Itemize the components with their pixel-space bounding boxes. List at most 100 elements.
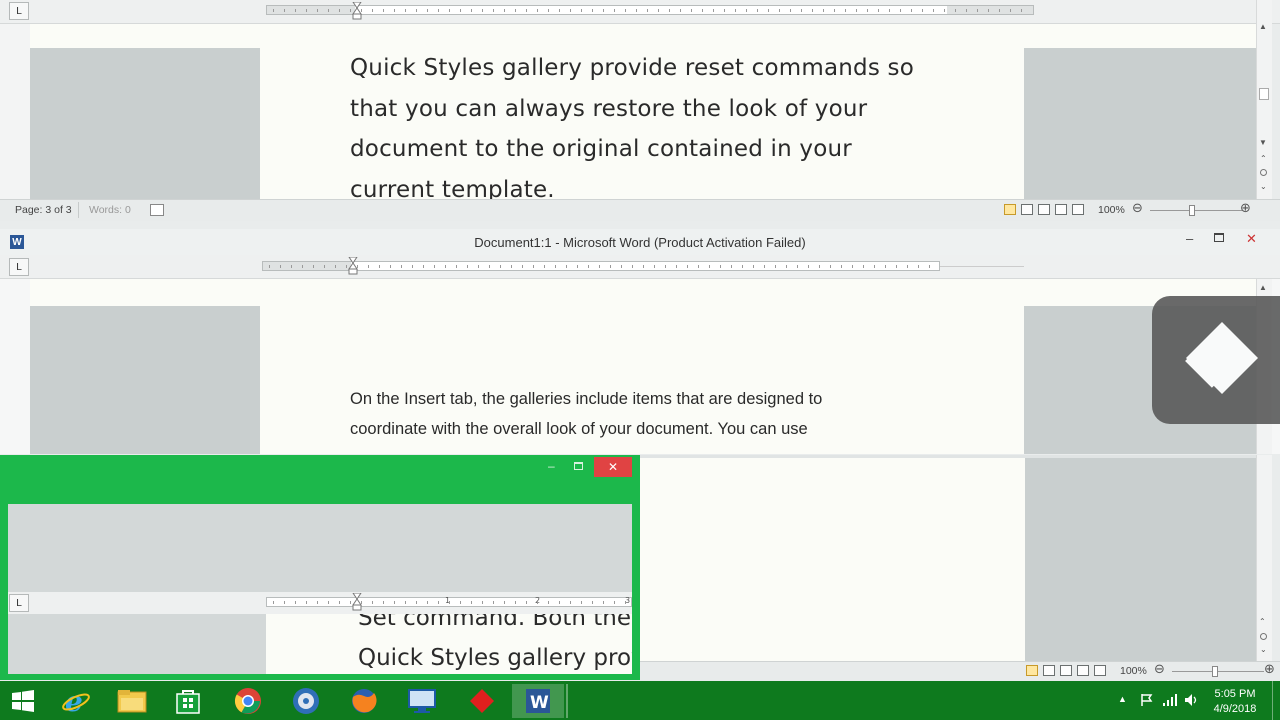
ruler-tick [856,9,857,12]
ruler-tick [280,265,281,268]
indent-marker-icon[interactable] [352,592,362,611]
scroll-down-icon[interactable]: ▼ [1259,138,1267,147]
tab-selector-button[interactable]: L [9,594,29,612]
next-page-icon[interactable]: ⌄ [1260,645,1267,654]
ruler-tick [284,9,285,12]
bottom-vertical-scrollbar[interactable]: ⌃ ⌄ [1256,455,1272,661]
ruler-tick [610,265,611,268]
taskbar-word[interactable]: W [512,684,564,718]
zoom-out-icon[interactable]: ⊖ [1132,201,1143,216]
taskbar-remote-desktop[interactable] [396,684,448,718]
small-document-page[interactable]: Set command. Both the Quick Styles galle… [266,614,632,674]
taskbar-internet-explorer[interactable]: e [50,684,102,718]
zoom-slider-thumb[interactable] [1212,666,1218,677]
middle-document-page[interactable]: On the Insert tab, the galleries include… [260,306,1024,454]
action-center-flag-icon[interactable] [1140,693,1154,712]
ruler-tick [537,601,538,604]
start-button[interactable] [0,684,46,718]
browse-object-icon[interactable] [1260,169,1267,176]
top-ruler-strip: L [0,0,1280,24]
doc-line: that you can always restore the look of … [350,95,868,122]
show-desktop-button[interactable] [1272,681,1280,720]
browse-object-icon[interactable] [1260,633,1267,640]
outline-icon[interactable] [1055,204,1067,215]
small-window[interactable]: – ✕ L 1 2 3 Set command. Both the Quick … [0,455,640,680]
ruler-tick [720,265,721,268]
outline-icon[interactable] [1077,665,1089,676]
taskbar-red-app[interactable] [456,684,508,718]
ruler-tick [445,265,446,268]
ruler-tick [438,9,439,12]
ruler-tick [790,9,791,12]
close-icon[interactable]: ✕ [1246,231,1257,247]
draft-icon[interactable] [1094,665,1106,676]
full-screen-icon[interactable] [1021,204,1033,215]
ruler-tick [504,601,505,604]
maximize-icon[interactable] [1214,233,1224,242]
top-vertical-scrollbar[interactable]: ▲ ▼ ⌃ ⌄ [1256,0,1272,199]
ruler-tick [933,9,934,12]
print-layout-icon[interactable] [1004,204,1016,215]
prev-page-icon[interactable]: ⌃ [1260,154,1267,163]
network-icon[interactable] [1162,693,1178,712]
minimize-icon[interactable]: – [1186,231,1193,246]
ruler-tick [823,9,824,12]
tab-selector-button[interactable]: L [9,2,29,20]
horizontal-ruler[interactable] [262,261,940,271]
zoom-slider[interactable] [1150,210,1242,211]
ruler-tick [874,265,875,268]
scroll-up-icon[interactable]: ▲ [1259,22,1267,31]
scroll-thumb[interactable] [1259,88,1269,100]
minimize-icon[interactable]: – [548,459,555,473]
proofing-icon[interactable] [150,204,164,216]
ruler-tick [691,9,692,12]
zoom-slider[interactable] [1172,671,1264,672]
ruler-tick [405,9,406,12]
ruler-tick [526,9,527,12]
horizontal-ruler[interactable]: 1 2 3 [266,596,632,607]
taskbar-file-explorer[interactable] [106,684,158,718]
prev-page-icon[interactable]: ⌃ [1259,617,1266,626]
taskbar-store[interactable] [162,684,214,718]
indent-marker-icon[interactable] [352,1,362,20]
word-count[interactable]: Words: 0 [89,204,131,216]
zoom-in-icon[interactable]: ⊕ [1240,201,1251,216]
draft-icon[interactable] [1072,204,1084,215]
taskbar-media-app[interactable] [280,684,332,718]
ruler-tick [768,9,769,12]
ruler-tick [405,601,406,604]
zoom-level[interactable]: 100% [1120,665,1147,677]
zoom-out-icon[interactable]: ⊖ [1154,662,1165,677]
zoom-level[interactable]: 100% [1098,204,1125,216]
close-button[interactable]: ✕ [594,457,632,477]
print-layout-icon[interactable] [1026,665,1038,676]
indent-marker-icon[interactable] [348,256,358,275]
taskbar-firefox[interactable] [338,684,390,718]
ruler-tick [1021,9,1022,12]
zoom-slider-thumb[interactable] [1189,205,1195,216]
full-screen-icon[interactable] [1043,665,1055,676]
next-page-icon[interactable]: ⌄ [1260,182,1267,191]
show-hidden-icons-icon[interactable]: ▲ [1118,694,1127,704]
ruler-tick [537,9,538,12]
ruler-tick [944,9,945,12]
volume-icon[interactable] [1184,693,1200,712]
ruler-tick [889,9,890,12]
ruler-tick [819,265,820,268]
middle-title-bar[interactable]: W Document1:1 - Microsoft Word (Product … [0,229,1280,255]
ruler-tick [599,265,600,268]
page-count[interactable]: Page: 3 of 3 [15,204,72,216]
web-layout-icon[interactable] [1060,665,1072,676]
system-clock[interactable]: 5:05 PM 4/9/2018 [1208,687,1262,717]
scroll-up-icon[interactable]: ▲ [1259,283,1267,292]
tab-selector-button[interactable]: L [9,258,29,276]
zoom-in-icon[interactable]: ⊕ [1264,662,1275,677]
top-document-page[interactable]: Quick Styles gallery provide reset comma… [260,48,1024,203]
taskbar-chrome[interactable] [222,684,274,718]
ruler-tick [680,9,681,12]
maximize-icon[interactable] [574,462,583,470]
bottom-document-page[interactable] [640,457,1025,661]
ruler-tick [581,9,582,12]
web-layout-icon[interactable] [1038,204,1050,215]
horizontal-ruler[interactable] [266,5,1034,15]
